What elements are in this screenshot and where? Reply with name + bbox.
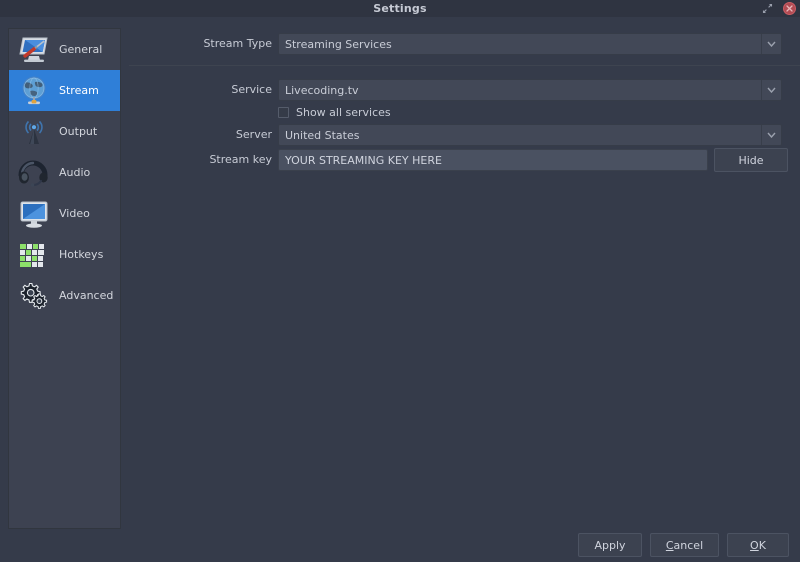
apply-button[interactable]: Apply <box>578 533 642 557</box>
hotkeys-keyboard-icon <box>15 236 53 274</box>
stream-type-label: Stream Type <box>203 37 272 50</box>
stream-key-label: Stream key <box>209 153 272 166</box>
window-title: Settings <box>373 2 427 15</box>
section-divider <box>129 65 800 66</box>
chevron-down-icon <box>761 80 781 100</box>
stream-key-input[interactable]: YOUR STREAMING KEY HERE <box>278 149 708 171</box>
server-label: Server <box>235 128 272 141</box>
sidebar-item-advanced[interactable]: Advanced <box>9 275 120 316</box>
window-controls <box>761 0 796 17</box>
ok-mnemonic: O <box>750 538 759 552</box>
ok-rest: K <box>758 538 766 552</box>
video-monitor-icon <box>15 195 53 233</box>
service-value: Livecoding.tv <box>285 83 359 97</box>
close-icon[interactable] <box>783 2 796 15</box>
service-combobox[interactable]: Livecoding.tv <box>278 79 782 101</box>
sidebar-item-general[interactable]: General <box>9 29 120 70</box>
restore-icon[interactable] <box>761 2 774 15</box>
stream-globe-icon <box>15 72 53 110</box>
sidebar-item-label: Video <box>59 207 90 220</box>
cancel-mnemonic: C <box>665 538 674 552</box>
sidebar-item-label: General <box>59 43 103 56</box>
sidebar-item-video[interactable]: Video <box>9 193 120 234</box>
audio-headset-icon <box>15 154 53 192</box>
sidebar-item-stream[interactable]: Stream <box>9 70 120 111</box>
sidebar-item-hotkeys[interactable]: Hotkeys <box>9 234 120 275</box>
advanced-gears-icon <box>15 277 53 315</box>
sidebar-item-label: Advanced <box>59 289 114 302</box>
ok-button[interactable]: OK <box>727 533 789 557</box>
cancel-button[interactable]: Cancel <box>650 533 719 557</box>
show-all-services-checkbox[interactable]: Show all services <box>278 106 391 119</box>
window-titlebar: Settings <box>0 0 800 17</box>
server-combobox[interactable]: United States <box>278 124 782 146</box>
chevron-down-icon <box>761 34 781 54</box>
stream-key-hide-button[interactable]: Hide <box>714 148 788 172</box>
server-value: United States <box>285 128 360 142</box>
sidebar-item-audio[interactable]: Audio <box>9 152 120 193</box>
show-all-services-label: Show all services <box>296 106 391 119</box>
sidebar-item-label: Hotkeys <box>59 248 104 261</box>
sidebar-item-label: Output <box>59 125 98 138</box>
cancel-rest: ancel <box>673 538 704 552</box>
output-broadcast-antenna-icon <box>15 113 53 151</box>
sidebar-item-label: Stream <box>59 84 99 97</box>
stream-settings-pane: Stream Type Streaming Services Service L… <box>129 22 800 522</box>
stream-type-combobox[interactable]: Streaming Services <box>278 33 782 55</box>
stream-type-value: Streaming Services <box>285 37 392 51</box>
service-label: Service <box>231 83 272 96</box>
sidebar-item-label: Audio <box>59 166 91 179</box>
checkbox-box-icon <box>278 107 289 118</box>
sidebar-item-output[interactable]: Output <box>9 111 120 152</box>
settings-category-list[interactable]: General Stream Output Audio Video Hotkey… <box>8 28 121 529</box>
general-monitor-screwdriver-icon <box>15 31 53 69</box>
chevron-down-icon <box>761 125 781 145</box>
